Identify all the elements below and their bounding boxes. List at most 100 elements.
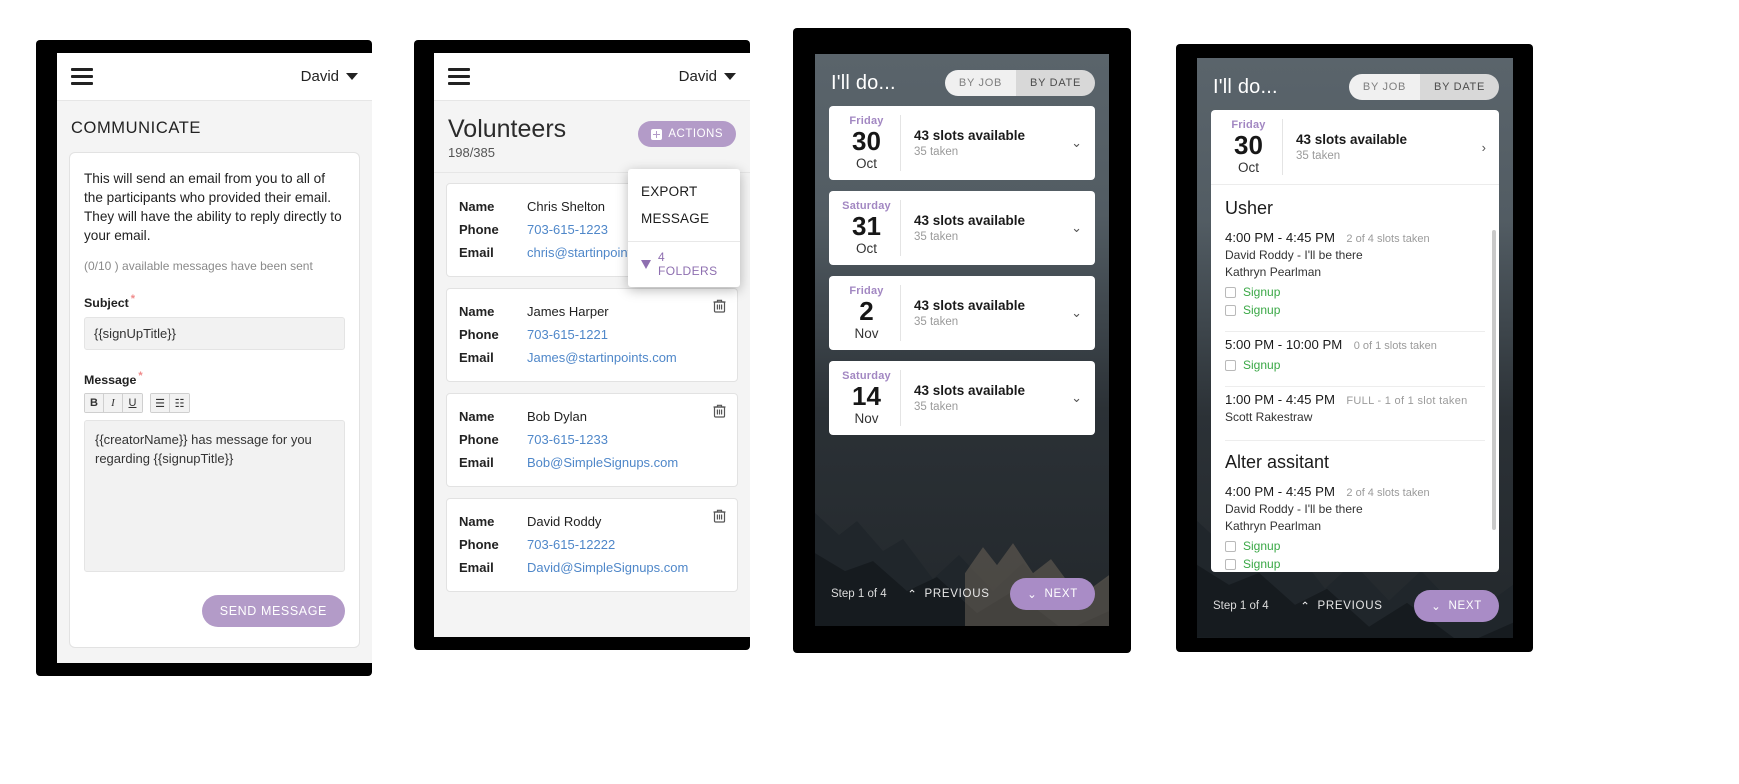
signup-checkbox[interactable] — [1225, 304, 1236, 316]
date-card[interactable]: Saturday 14 Nov 43 slots available 35 ta… — [829, 361, 1095, 435]
date-block: Friday 2 Nov — [839, 285, 901, 341]
slot-summary: 43 slots available 35 taken — [901, 200, 1071, 256]
subject-input[interactable] — [84, 317, 345, 351]
underline-button[interactable]: U — [123, 394, 142, 413]
chevron-down-icon[interactable]: ⌄ — [1071, 115, 1085, 171]
signup-row[interactable]: Signup — [1225, 557, 1485, 571]
phone-frame-communicate: David COMMUNICATE This will send an emai… — [36, 40, 372, 676]
chevron-up-icon: ⌃ — [1300, 601, 1311, 613]
volunteer-phone-row: Phone 703-615-1233 — [459, 428, 725, 451]
next-button[interactable]: ⌄ NEXT — [1010, 578, 1095, 610]
tab-by-job[interactable]: BY JOB — [1348, 74, 1421, 100]
slots-available: 43 slots available — [914, 128, 1026, 143]
date-card-expanded[interactable]: Friday 30 Oct 43 slots available 35 take… — [1211, 110, 1499, 185]
slot-meta: 2 of 4 slots taken — [1346, 233, 1430, 245]
signup-checkbox[interactable] — [1225, 558, 1236, 570]
volunteer-phone[interactable]: 703-615-1221 — [527, 323, 608, 346]
email-label: Email — [459, 350, 494, 365]
volunteer-email[interactable]: David@SimpleSignups.com — [527, 556, 688, 579]
chevron-down-icon — [346, 73, 358, 80]
send-message-button[interactable]: SEND MESSAGE — [201, 595, 345, 628]
hamburger-icon[interactable] — [448, 68, 470, 85]
name-label: Name — [459, 514, 495, 529]
signed-up-person: Kathryn Pearlman — [1225, 519, 1322, 533]
name-label: Name — [459, 199, 495, 214]
message-textarea[interactable] — [84, 420, 345, 573]
actions-button[interactable]: ACTIONS — [638, 121, 736, 147]
phone-frame-volunteers: David Volunteers 198/385 ACTIONS Name Ch… — [414, 40, 750, 650]
phone-label: Phone — [459, 327, 499, 342]
slot-time: 4:00 PM - 4:45 PM — [1225, 230, 1335, 245]
signup-row[interactable]: Signup — [1225, 285, 1485, 299]
signup-checkbox[interactable] — [1225, 359, 1236, 371]
screen-communicate: David COMMUNICATE This will send an emai… — [57, 53, 372, 663]
view-toggle: BY JOB BY DATE — [944, 70, 1095, 96]
message-label: Message * — [84, 370, 345, 387]
slot-summary: 43 slots available 35 taken — [1283, 119, 1482, 175]
page-title: Volunteers — [448, 115, 567, 143]
email-label: Email — [459, 455, 494, 470]
volunteer-phone[interactable]: 703-615-12222 — [527, 533, 615, 556]
volunteer-phone-row: Phone 703-615-12222 — [459, 533, 725, 556]
slot-row: 1:00 PM - 4:45 PM FULL - 1 of 1 slot tak… — [1225, 387, 1485, 432]
funnel-icon — [641, 259, 651, 269]
list-group: ☰ ☷ — [150, 393, 190, 414]
slot-header: 4:00 PM - 4:45 PM 2 of 4 slots taken — [1225, 483, 1485, 501]
user-menu[interactable]: David — [679, 68, 736, 85]
volunteer-card[interactable]: Name Bob Dylan Phone 703-615-1233 Email … — [446, 393, 738, 487]
signup-checkbox[interactable] — [1225, 540, 1236, 552]
slot-row: 5:00 PM - 10:00 PM 0 of 1 slots taken Si… — [1225, 332, 1485, 378]
previous-button[interactable]: ⌃ PREVIOUS — [1300, 599, 1382, 613]
scrollbar-thumb[interactable] — [1492, 230, 1496, 530]
signup-row[interactable]: Signup — [1225, 303, 1485, 317]
user-name: David — [678, 68, 717, 85]
tab-by-date[interactable]: BY DATE — [1016, 70, 1095, 96]
volunteer-email[interactable]: Bob@SimpleSignups.com — [527, 451, 678, 474]
page-title: I'll do... — [1213, 75, 1278, 98]
hamburger-icon[interactable] — [71, 68, 93, 85]
volunteer-email[interactable]: James@startinpoints.com — [527, 346, 677, 369]
folders-label: 4 FOLDERS — [658, 250, 718, 278]
signup-checkbox[interactable] — [1225, 286, 1236, 298]
date-card[interactable]: Friday 2 Nov 43 slots available 35 taken… — [829, 276, 1095, 350]
previous-button[interactable]: ⌃ PREVIOUS — [907, 587, 989, 601]
menu-item-message[interactable]: MESSAGE — [628, 206, 740, 233]
chevron-down-icon[interactable]: ⌄ — [1071, 370, 1085, 426]
chevron-down-icon[interactable]: ⌄ — [1071, 200, 1085, 256]
volunteer-email-row: Email David@SimpleSignups.com — [459, 556, 725, 579]
tab-by-date[interactable]: BY DATE — [1420, 74, 1499, 100]
numbered-list-button[interactable]: ☷ — [170, 394, 189, 413]
delete-icon[interactable] — [713, 299, 726, 313]
volunteer-name-row: Name David Roddy — [459, 510, 725, 533]
messages-sent-note: (0/10 ) available messages have been sen… — [84, 259, 313, 273]
bold-button[interactable]: B — [85, 394, 104, 413]
date-card[interactable]: Saturday 31 Oct 43 slots available 35 ta… — [829, 191, 1095, 265]
date-block: Saturday 31 Oct — [839, 200, 901, 256]
next-label: NEXT — [1044, 588, 1078, 600]
name-label: Name — [459, 409, 495, 424]
delete-icon[interactable] — [713, 404, 726, 418]
date-card[interactable]: Friday 30 Oct 43 slots available 35 take… — [829, 106, 1095, 180]
italic-button[interactable]: I — [104, 394, 123, 413]
menu-item-folders[interactable]: 4 FOLDERS — [628, 242, 740, 287]
chevron-right-icon[interactable]: › — [1482, 119, 1489, 175]
bullet-list-button[interactable]: ☰ — [151, 394, 170, 413]
next-button[interactable]: ⌄ NEXT — [1414, 590, 1499, 622]
volunteer-card[interactable]: Name James Harper Phone 703-615-1221 Ema… — [446, 288, 738, 382]
volunteer-phone[interactable]: 703-615-1233 — [527, 428, 608, 451]
tab-by-job[interactable]: BY JOB — [944, 70, 1017, 96]
subject-label: Subject * — [84, 293, 345, 310]
signup-row[interactable]: Signup — [1225, 539, 1485, 553]
menu-item-export[interactable]: EXPORT — [628, 179, 740, 206]
signup-row[interactable]: Signup — [1225, 358, 1485, 372]
volunteer-phone[interactable]: 703-615-1223 — [527, 218, 608, 241]
user-menu[interactable]: David — [301, 68, 358, 85]
wizard-footer: Step 1 of 4 ⌃ PREVIOUS ⌄ NEXT — [815, 566, 1109, 626]
slots-available: 43 slots available — [1296, 132, 1408, 147]
wizard-footer: Step 1 of 4 ⌃ PREVIOUS ⌄ NEXT — [1197, 578, 1513, 638]
chevron-down-icon[interactable]: ⌄ — [1071, 285, 1085, 341]
slots-taken: 35 taken — [914, 146, 959, 158]
volunteers-header: Volunteers 198/385 ACTIONS — [434, 101, 750, 173]
delete-icon[interactable] — [713, 509, 726, 523]
volunteer-card[interactable]: Name David Roddy Phone 703-615-12222 Ema… — [446, 498, 738, 592]
